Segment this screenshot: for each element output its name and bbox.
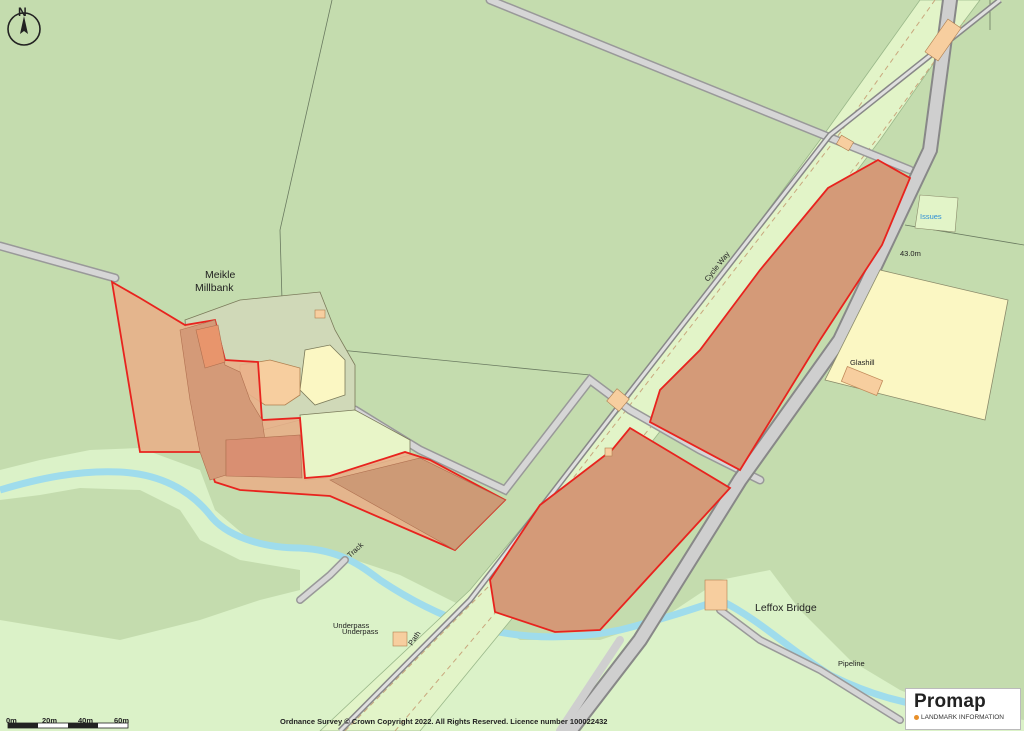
logo-name: Promap	[914, 691, 986, 712]
label-leffox-bridge: Leffox Bridge	[755, 602, 817, 614]
farm-garden	[299, 344, 346, 406]
north-label: N	[18, 5, 27, 19]
scale-tick-0: 0m	[6, 716, 17, 725]
label-issues: Issues	[920, 212, 942, 221]
scale-bar	[7, 722, 129, 729]
label-pipeline: Pipeline	[838, 659, 865, 668]
promap-logo: Promap LANDMARK INFORMATION	[905, 688, 1021, 730]
scale-tick-60: 60m	[114, 716, 130, 725]
site-parcel-west-block	[225, 434, 303, 479]
label-glashill: Glashill	[850, 358, 875, 367]
label-meikle: Meikle	[205, 269, 236, 281]
logo-dot-icon	[914, 714, 919, 720]
label-elevation: 43.0m	[900, 249, 921, 258]
label-underpass-2: Underpass	[342, 627, 379, 636]
scale-tick-40: 40m	[78, 716, 94, 725]
label-millbank: Millbank	[195, 282, 234, 294]
logo-tagline: LANDMARK INFORMATION	[921, 714, 1004, 721]
copyright-notice: Ordnance Survey © Crown Copyright 2022. …	[280, 717, 608, 726]
site-map[interactable]: Meikle Millbank Cycle Way Issues 43.0m G…	[0, 0, 1024, 731]
farm-shed	[314, 309, 326, 319]
scale-tick-20: 20m	[42, 716, 58, 725]
logo-tagline-row: LANDMARK INFORMATION	[914, 714, 1004, 721]
